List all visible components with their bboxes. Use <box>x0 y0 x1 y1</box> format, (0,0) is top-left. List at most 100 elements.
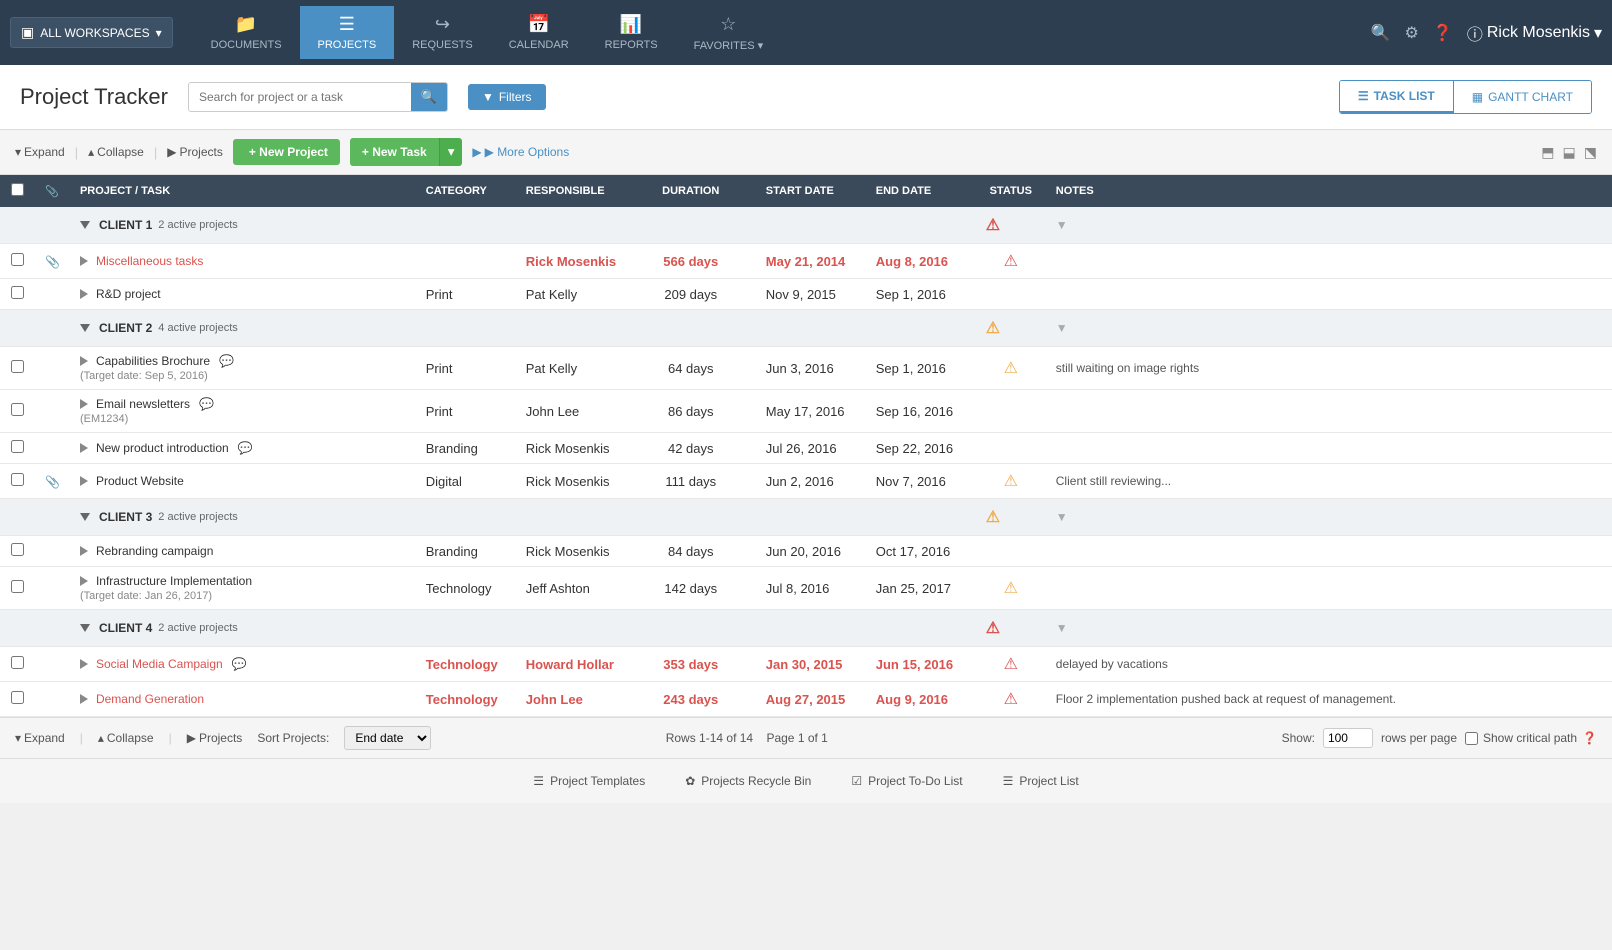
new-task-dropdown[interactable]: ▾ <box>439 138 463 166</box>
critical-path-help-icon[interactable]: ❓ <box>1582 731 1597 745</box>
client-attach-cell <box>35 207 70 244</box>
sort-select[interactable]: End date Start date Name <box>344 726 431 750</box>
header-status[interactable]: STATUS <box>976 175 1046 207</box>
project-start-date: Jul 8, 2016 <box>756 567 866 610</box>
project-name[interactable]: Product Website <box>80 474 406 488</box>
help-icon[interactable]: ❓ <box>1433 23 1453 43</box>
nav-item-documents[interactable]: 📁 DOCUMENTS <box>193 6 300 59</box>
header-start-date[interactable]: START DATE <box>756 175 866 207</box>
todo-list-link[interactable]: ☑ Project To-Do List <box>851 774 962 788</box>
nav-label-reports: REPORTS <box>605 39 658 51</box>
project-checkbox[interactable] <box>11 543 24 556</box>
project-expand-icon[interactable] <box>80 659 88 669</box>
user-menu[interactable]: ⓘ Rick Mosenkis ▾ <box>1467 21 1602 45</box>
settings-icon[interactable]: ⚙ <box>1405 23 1419 43</box>
expand-button[interactable]: ▾ Expand <box>15 145 65 159</box>
project-start-date: Jan 30, 2015 <box>756 647 866 682</box>
project-expand-icon[interactable] <box>80 576 88 586</box>
nav-item-projects[interactable]: ☰ PROJECTS <box>300 6 395 59</box>
search-button[interactable]: 🔍 <box>411 83 447 111</box>
project-checkbox[interactable] <box>11 403 24 416</box>
workspace-selector[interactable]: ▣ ALL WORKSPACES ▾ <box>10 17 173 48</box>
project-checkbox[interactable] <box>11 440 24 453</box>
critical-path-label: Show critical path <box>1483 731 1577 745</box>
project-expand-icon[interactable] <box>80 476 88 486</box>
project-expand-icon[interactable] <box>80 546 88 556</box>
project-duration: 86 days <box>646 390 736 433</box>
new-task-button[interactable]: + New Task <box>350 138 439 166</box>
project-checkbox[interactable] <box>11 580 24 593</box>
critical-path-checkbox[interactable] <box>1465 732 1478 745</box>
project-checkbox[interactable] <box>11 473 24 486</box>
project-list-link[interactable]: ☰ Project List <box>1003 774 1079 788</box>
nav-item-requests[interactable]: ↪ REQUESTS <box>394 6 491 59</box>
header-end-date[interactable]: END DATE <box>866 175 976 207</box>
header-notes[interactable]: NOTES <box>1046 175 1612 207</box>
search-input[interactable] <box>189 84 411 110</box>
project-name[interactable]: Capabilities Brochure 💬 <box>80 354 406 368</box>
project-checkbox[interactable] <box>11 691 24 704</box>
new-project-button[interactable]: + New Project <box>233 139 340 165</box>
client-expand-icon[interactable] <box>80 221 90 229</box>
nav-item-calendar[interactable]: 📅 CALENDAR <box>491 6 587 59</box>
header-duration[interactable]: DURATION <box>646 175 736 207</box>
filters-label: Filters <box>499 90 532 104</box>
client-filter-icon[interactable]: ▼ <box>1056 621 1068 635</box>
project-checkbox[interactable] <box>11 656 24 669</box>
nav-item-reports[interactable]: 📊 REPORTS <box>587 6 676 59</box>
project-notes <box>1046 536 1612 567</box>
project-checkbox[interactable] <box>11 286 24 299</box>
project-expand-icon[interactable] <box>80 399 88 409</box>
footer-collapse[interactable]: ▴ Collapse <box>98 731 154 745</box>
search-icon[interactable]: 🔍 <box>1371 23 1391 43</box>
project-name[interactable]: Rebranding campaign <box>80 544 406 558</box>
header-project-task[interactable]: PROJECT / TASK <box>70 175 416 207</box>
client-status-cell: ⚠ <box>976 610 1046 647</box>
client-filter-icon[interactable]: ▼ <box>1056 218 1068 232</box>
project-checkbox[interactable] <box>11 253 24 266</box>
client-filter-icon[interactable]: ▼ <box>1056 510 1068 524</box>
client-filter-icon[interactable]: ▼ <box>1056 321 1068 335</box>
project-expand-icon[interactable] <box>80 694 88 704</box>
project-sub-text: (Target date: Jan 26, 2017) <box>80 590 406 602</box>
header-category[interactable]: CATEGORY <box>416 175 516 207</box>
header-responsible[interactable]: RESPONSIBLE <box>516 175 646 207</box>
top-navigation: ▣ ALL WORKSPACES ▾ 📁 DOCUMENTS ☰ PROJECT… <box>0 0 1612 65</box>
project-responsible: Pat Kelly <box>516 347 646 390</box>
tab-task-list[interactable]: ☰ TASK LIST <box>1340 81 1453 113</box>
client-expand-icon[interactable] <box>80 324 90 332</box>
project-name[interactable]: Email newsletters 💬 <box>80 397 406 411</box>
project-arrow-cell <box>736 347 756 390</box>
project-name[interactable]: R&D project <box>80 287 406 301</box>
more-options-button[interactable]: ▶ ▶ More Options <box>472 145 569 159</box>
project-attach-cell <box>35 433 70 464</box>
client-expand-icon[interactable] <box>80 513 90 521</box>
project-expand-icon[interactable] <box>80 289 88 299</box>
filters-button[interactable]: ▼ Filters <box>468 84 546 110</box>
project-expand-icon[interactable] <box>80 256 88 266</box>
rows-per-page-input[interactable] <box>1323 728 1373 748</box>
project-expand-icon[interactable] <box>80 356 88 366</box>
export-icon-1[interactable]: ⬒ <box>1541 144 1554 161</box>
project-expand-icon[interactable] <box>80 443 88 453</box>
nav-item-favorites[interactable]: ☆ FAVORITES ▾ <box>676 6 782 60</box>
toolbar-left: ▾ Expand | ▴ Collapse | ▶ Projects + New… <box>15 138 569 166</box>
project-templates-link[interactable]: ☰ Project Templates <box>533 774 645 788</box>
projects-link[interactable]: ▶ Projects <box>167 145 223 159</box>
project-name[interactable]: Social Media Campaign 💬 <box>80 657 406 671</box>
project-name[interactable]: Miscellaneous tasks <box>80 254 406 268</box>
footer-expand[interactable]: ▾ Expand <box>15 731 65 745</box>
collapse-button[interactable]: ▴ Collapse <box>88 145 144 159</box>
project-checkbox[interactable] <box>11 360 24 373</box>
recycle-bin-link[interactable]: ✿ Projects Recycle Bin <box>685 774 811 788</box>
tab-gantt-chart[interactable]: ▦ GANTT CHART <box>1453 81 1591 113</box>
project-name[interactable]: Infrastructure Implementation <box>80 574 406 588</box>
select-all-checkbox[interactable] <box>11 183 24 196</box>
footer-projects[interactable]: ▶ Projects <box>187 731 243 745</box>
export-icon-2[interactable]: ⬓ <box>1563 144 1576 161</box>
project-name[interactable]: Demand Generation <box>80 692 406 706</box>
project-name[interactable]: New product introduction 💬 <box>80 441 406 455</box>
export-icon-3[interactable]: ⬔ <box>1584 144 1597 161</box>
project-duration: 111 days <box>646 464 736 499</box>
client-expand-icon[interactable] <box>80 624 90 632</box>
